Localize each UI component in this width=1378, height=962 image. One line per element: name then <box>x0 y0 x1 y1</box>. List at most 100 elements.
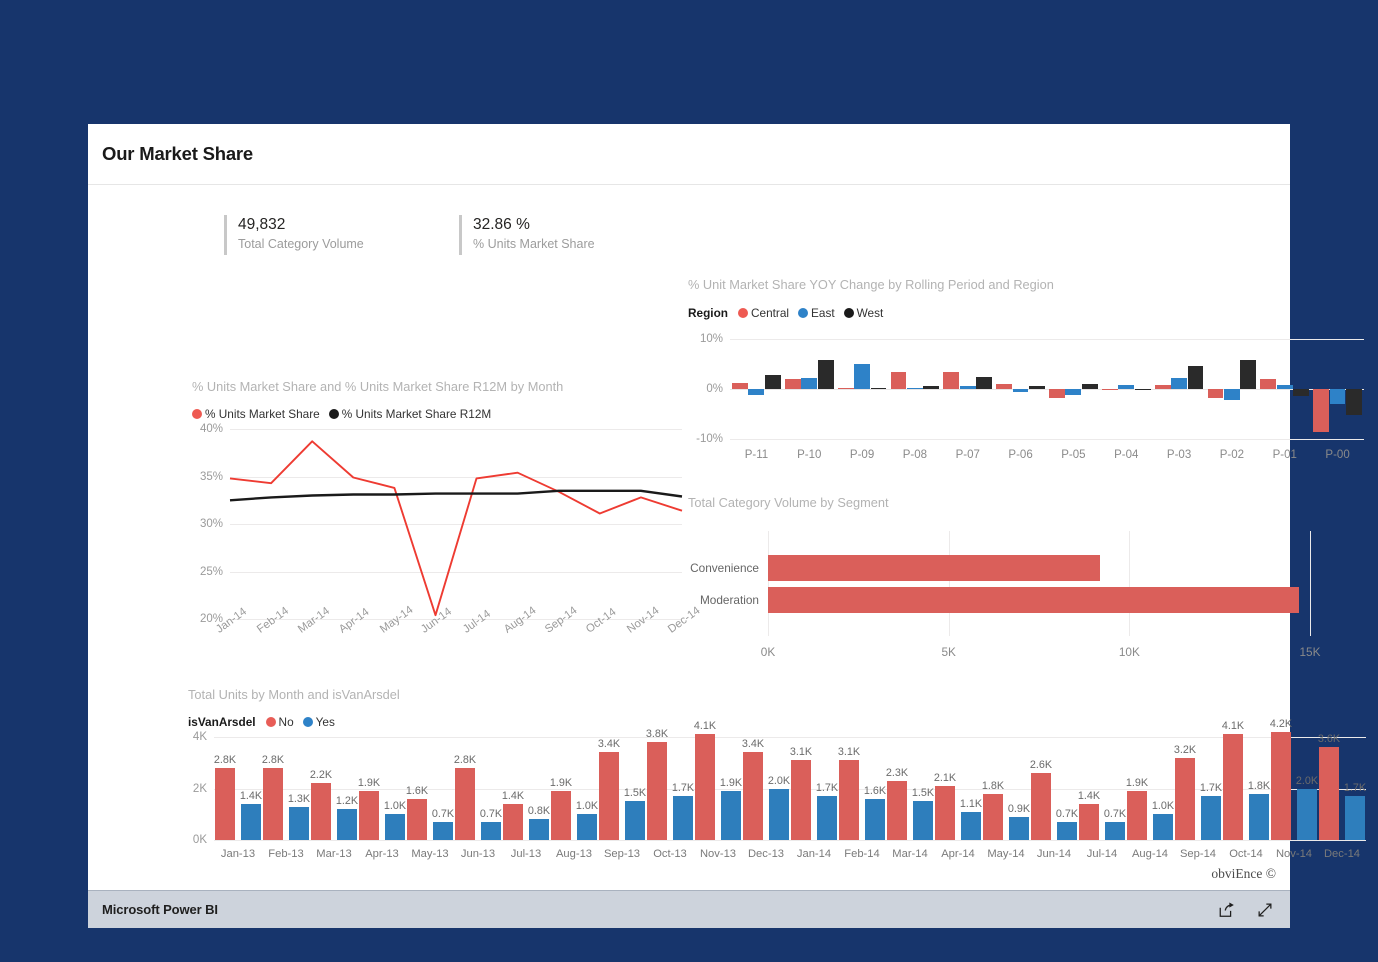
yoy-bar-east[interactable] <box>959 385 976 389</box>
units-bar-yes[interactable]: 0.8K <box>528 805 550 840</box>
yoy-bar-central[interactable] <box>1260 379 1277 389</box>
units-month-group[interactable]: 2.3K 1.5K Mar-14 <box>886 737 934 860</box>
legend-item-east[interactable]: East <box>798 306 835 320</box>
yoy-bar-central[interactable] <box>1313 389 1330 432</box>
chart-legend[interactable]: isVanArsdel No Yes <box>188 715 1368 729</box>
yoy-bar-east[interactable] <box>1171 377 1187 389</box>
yoy-category-group[interactable]: P-08 <box>889 339 942 461</box>
yoy-bar-east[interactable] <box>1118 385 1135 389</box>
legend-item-units-market-share-r12m[interactable]: % Units Market Share R12M <box>328 407 491 421</box>
units-bar-no[interactable]: 1.8K <box>982 780 1004 840</box>
yoy-bar-east[interactable] <box>1329 389 1346 404</box>
units-bar-no[interactable]: 1.9K <box>1126 777 1148 840</box>
legend-item-central[interactable]: Central <box>737 306 789 320</box>
yoy-bar-east[interactable] <box>748 389 765 395</box>
yoy-bar-west[interactable] <box>1029 385 1045 389</box>
units-bar-yes[interactable]: 0.7K <box>480 808 502 840</box>
units-bar-yes[interactable]: 2.0K <box>768 775 790 840</box>
units-bar-yes[interactable]: 0.7K <box>432 808 454 840</box>
yoy-bar-west[interactable] <box>870 387 887 389</box>
units-bar-no[interactable]: 2.8K <box>262 754 284 840</box>
units-bar-yes[interactable]: 0.7K <box>1104 808 1126 840</box>
units-bar-yes[interactable]: 1.7K <box>1344 782 1366 840</box>
yoy-category-group[interactable]: P-07 <box>941 339 994 461</box>
yoy-bar-west[interactable] <box>764 375 781 389</box>
units-month-group[interactable]: 1.4K 0.7K Jul-14 <box>1078 737 1126 860</box>
chart-category-volume-by-segment[interactable]: Total Category Volume by Segment 0K 5K 10K… <box>688 495 1378 665</box>
yoy-bar-east[interactable] <box>1276 385 1293 389</box>
units-month-group[interactable]: 2.6K 0.7K Jun-14 <box>1030 737 1078 860</box>
yoy-category-group[interactable]: P-00 <box>1311 339 1364 461</box>
yoy-bar-west[interactable] <box>1081 384 1098 389</box>
chart-legend[interactable]: % Units Market Share % Units Market Shar… <box>192 407 692 421</box>
units-bar-yes[interactable]: 1.0K <box>576 800 598 840</box>
units-month-group[interactable]: 3.4K 2.0K Dec-13 <box>742 737 790 860</box>
units-bar-yes[interactable]: 1.4K <box>240 790 262 840</box>
units-bar-no[interactable]: 1.9K <box>358 777 380 840</box>
units-bar-no[interactable]: 3.4K <box>598 738 620 840</box>
units-month-group[interactable]: 2.8K 0.7K Jun-13 <box>454 737 502 860</box>
units-month-group[interactable]: 1.6K 0.7K May-13 <box>406 737 454 860</box>
units-bar-no[interactable]: 4.1K <box>694 720 716 840</box>
yoy-bar-east[interactable] <box>1223 389 1240 400</box>
units-bar-yes[interactable]: 1.6K <box>864 785 886 840</box>
yoy-bar-central[interactable] <box>784 379 801 389</box>
units-month-group[interactable]: 3.2K 1.7K Sep-14 <box>1174 737 1222 860</box>
yoy-bar-west[interactable] <box>1134 389 1151 391</box>
yoy-bar-central[interactable] <box>837 387 854 389</box>
yoy-category-group[interactable]: P-09 <box>836 339 889 461</box>
units-bar-yes[interactable]: 1.7K <box>816 782 838 840</box>
units-bar-no[interactable]: 1.4K <box>1078 790 1100 840</box>
yoy-bar-central[interactable] <box>943 372 960 389</box>
yoy-bar-west[interactable] <box>976 376 993 389</box>
yoy-category-group[interactable]: P-11 <box>730 339 783 461</box>
chart-legend[interactable]: Region Central East West <box>688 306 1378 320</box>
units-month-group[interactable]: 2.1K 1.1K Apr-14 <box>934 737 982 860</box>
units-bar-yes[interactable]: 1.3K <box>288 793 310 840</box>
units-bar-no[interactable]: 2.6K <box>1030 759 1052 840</box>
yoy-category-group[interactable]: P-06 <box>994 339 1047 461</box>
units-bar-yes[interactable]: 1.5K <box>912 787 934 840</box>
kpi-card-units-market-share[interactable]: 32.86 % % Units Market Share <box>459 215 595 255</box>
legend-item-west[interactable]: West <box>843 306 883 320</box>
units-bar-no[interactable]: 4.2K <box>1270 718 1292 840</box>
yoy-category-group[interactable]: P-03 <box>1153 339 1206 461</box>
yoy-bar-east[interactable] <box>801 377 818 389</box>
yoy-bar-central[interactable] <box>1049 389 1065 398</box>
units-bar-no[interactable]: 3.2K <box>1174 744 1196 840</box>
units-month-group[interactable]: 1.9K 1.0K Apr-13 <box>358 737 406 860</box>
units-month-group[interactable]: 4.2K 2.0K Nov-14 <box>1270 718 1318 860</box>
units-bar-no[interactable]: 4.1K <box>1222 720 1244 840</box>
segment-bar[interactable] <box>768 554 1101 581</box>
units-bar-no[interactable]: 1.9K <box>550 777 572 840</box>
yoy-bar-west[interactable] <box>817 360 834 389</box>
yoy-bar-east[interactable] <box>906 388 923 390</box>
yoy-bar-west[interactable] <box>923 385 940 389</box>
yoy-bar-east[interactable] <box>854 364 870 389</box>
units-bar-yes[interactable]: 2.0K <box>1296 775 1318 840</box>
yoy-bar-central[interactable] <box>1101 389 1118 391</box>
yoy-bar-central[interactable] <box>732 383 748 389</box>
yoy-bar-west[interactable] <box>1346 389 1362 415</box>
units-bar-no[interactable]: 2.3K <box>886 767 908 840</box>
yoy-category-group[interactable]: P-05 <box>1047 339 1100 461</box>
units-bar-yes[interactable]: 0.7K <box>1056 808 1078 840</box>
kpi-card-total-category-volume[interactable]: 49,832 Total Category Volume <box>224 215 364 255</box>
units-bar-yes[interactable]: 1.8K <box>1248 780 1270 840</box>
units-bar-no[interactable]: 3.1K <box>790 746 812 840</box>
units-month-group[interactable]: 2.2K 1.2K Mar-13 <box>310 737 358 860</box>
units-bar-yes[interactable]: 1.0K <box>1152 800 1174 840</box>
units-month-group[interactable]: 2.8K 1.3K Feb-13 <box>262 737 310 860</box>
units-bar-yes[interactable]: 1.7K <box>672 782 694 840</box>
yoy-bar-central[interactable] <box>1207 389 1224 398</box>
units-bar-no[interactable]: 1.6K <box>406 785 428 840</box>
units-bar-yes[interactable]: 0.9K <box>1008 803 1030 840</box>
units-month-group[interactable]: 1.8K 0.9K May-14 <box>982 737 1030 860</box>
units-month-group[interactable]: 4.1K 1.9K Nov-13 <box>694 720 742 860</box>
yoy-category-group[interactable]: P-02 <box>1206 339 1259 461</box>
units-bar-yes[interactable]: 1.5K <box>624 787 646 840</box>
units-bar-no[interactable]: 3.1K <box>838 746 860 840</box>
units-month-group[interactable]: 3.6K 1.7K Dec-14 <box>1318 733 1366 860</box>
units-bar-no[interactable]: 2.1K <box>934 772 956 840</box>
units-bar-yes[interactable]: 1.1K <box>960 798 982 840</box>
